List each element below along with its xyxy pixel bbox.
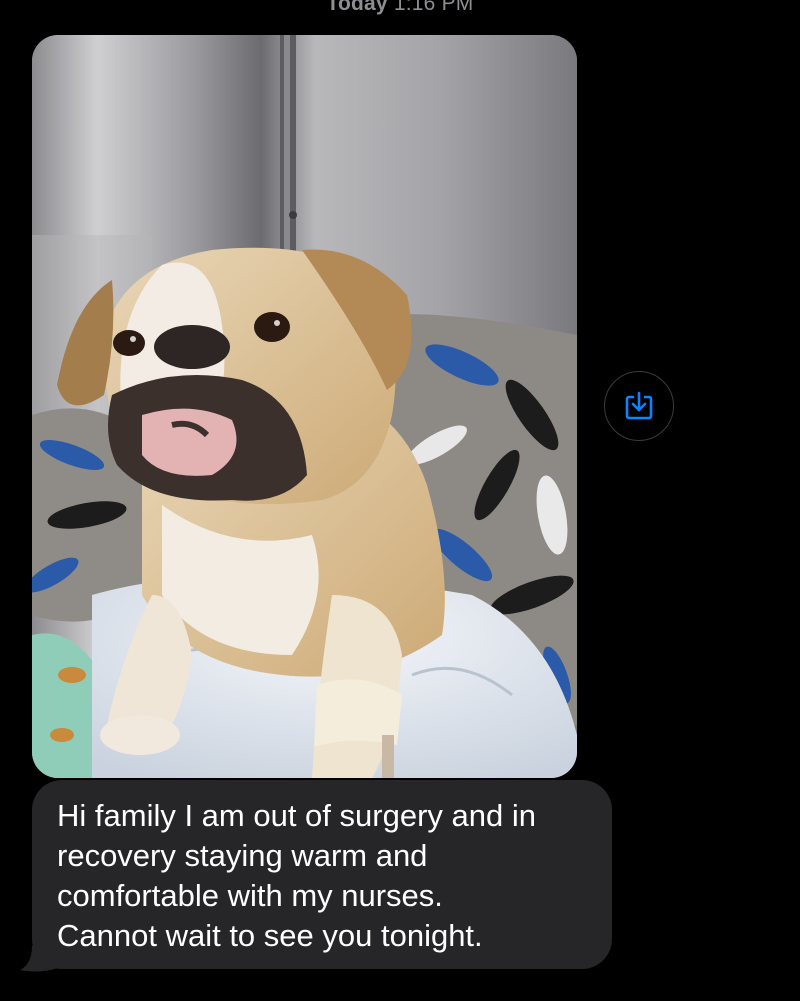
message-line: comfortable with my nurses. bbox=[57, 878, 443, 913]
message-text: Hi family I am out of surgery and in rec… bbox=[57, 796, 590, 956]
timestamp-day: Today bbox=[326, 0, 388, 15]
message-line: Cannot wait to see you tonight. bbox=[57, 918, 483, 953]
message-line: recovery staying warm and bbox=[57, 838, 428, 873]
incoming-message-bubble[interactable]: Hi family I am out of surgery and in rec… bbox=[32, 780, 612, 969]
dog-photo bbox=[32, 35, 577, 778]
save-to-photos-icon bbox=[625, 391, 653, 420]
message-timestamp: Today 1:16 PM bbox=[0, 0, 800, 16]
timestamp-time: 1:16 PM bbox=[393, 0, 474, 15]
message-line: Hi family I am out of surgery and in bbox=[57, 798, 536, 833]
messages-screen: Today 1:16 PM Hi family I am out of surg… bbox=[0, 0, 800, 1001]
save-photo-button[interactable] bbox=[604, 371, 674, 441]
photo-attachment[interactable] bbox=[32, 35, 577, 778]
